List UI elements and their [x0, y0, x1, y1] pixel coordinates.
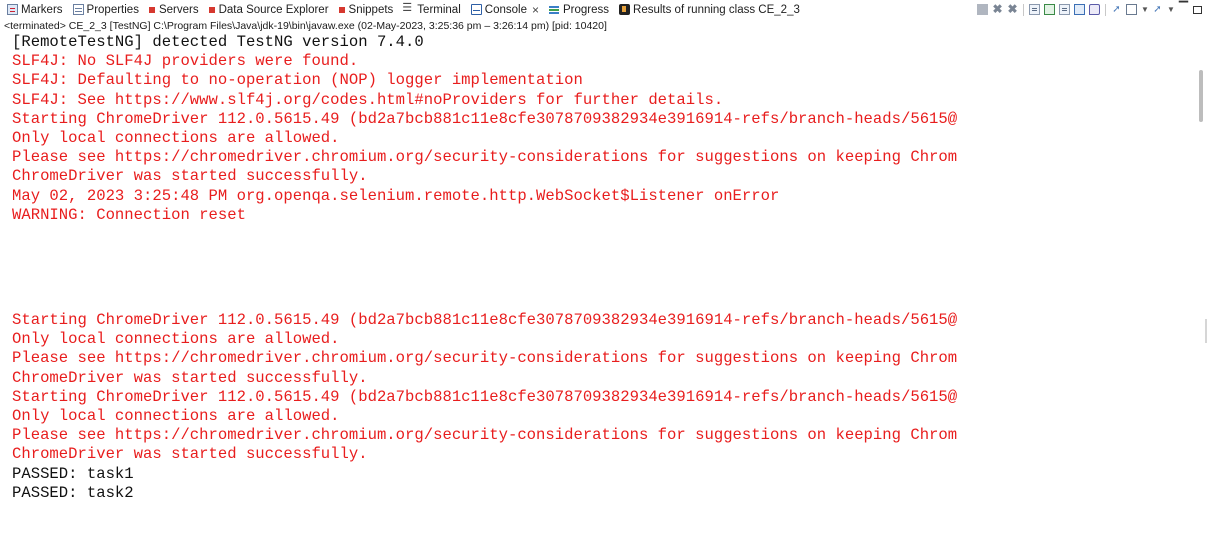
- scrollbar-thumb[interactable]: [1199, 70, 1203, 122]
- testng-results-icon: [619, 4, 631, 15]
- tab-progress[interactable]: Progress: [546, 0, 612, 19]
- console-line-stderr: Please see https://chromedriver.chromium…: [12, 426, 958, 445]
- tab-label: Terminal: [417, 3, 461, 16]
- console-line-stdout: PASSED: task1: [12, 464, 134, 483]
- console-line-stderr: ChromeDriver was started successfully.: [12, 445, 368, 464]
- tab-label: Snippets: [348, 3, 394, 16]
- console-line-stderr: Starting ChromeDriver 112.0.5615.49 (bd2…: [12, 311, 958, 329]
- word-wrap-icon[interactable]: [1074, 4, 1085, 15]
- console-line-stderr: SLF4J: Defaulting to no-operation (NOP) …: [12, 71, 583, 90]
- tab-label: Progress: [562, 3, 610, 16]
- console-line-stderr: Starting ChromeDriver 112.0.5615.49 (bd2…: [12, 109, 958, 128]
- display-selected-console-icon[interactable]: ➚: [1111, 4, 1122, 15]
- toolbar-separator: [1105, 3, 1106, 16]
- remove-launch-icon[interactable]: ✖: [992, 3, 1003, 15]
- console-line-stderr: SLF4J: See https://www.slf4j.org/codes.h…: [12, 90, 724, 109]
- show-console-on-output-icon[interactable]: [1044, 4, 1055, 15]
- open-console-icon[interactable]: [1126, 4, 1137, 15]
- console-line-stderr: May 02, 2023 3:25:48 PM org.openqa.selen…: [12, 186, 780, 205]
- close-icon[interactable]: ×: [532, 4, 539, 16]
- vertical-scrollbar[interactable]: [1194, 34, 1208, 274]
- tab-label: Data Source Explorer: [218, 3, 329, 16]
- tab-terminal[interactable]: Terminal: [400, 0, 463, 19]
- scroll-lock-icon[interactable]: [1029, 4, 1040, 15]
- tab-label: Servers: [158, 3, 199, 16]
- tab-properties[interactable]: Properties: [70, 0, 142, 19]
- remove-all-terminated-icon[interactable]: ✖: [1007, 3, 1018, 15]
- console-line-stdout: [RemoteTestNG] detected TestNG version 7…: [12, 33, 424, 51]
- view-menu-icon[interactable]: ▼: [1167, 4, 1175, 15]
- tab-console[interactable]: Console ×: [468, 0, 542, 19]
- scrollbar-edge: [1205, 319, 1207, 343]
- tab-testng-results[interactable]: Results of running class CE_2_3: [616, 0, 803, 19]
- console-line-stdout: PASSED: task2: [12, 483, 134, 502]
- show-console-on-error-icon[interactable]: [1059, 4, 1070, 15]
- console-view-panel: Markers Properties Servers Data Source E…: [0, 0, 1210, 274]
- launch-status-line: <terminated> CE_2_3 [TestNG] C:\Program …: [4, 20, 607, 32]
- console-output-continued: Starting ChromeDriver 112.0.5615.49 (bd2…: [0, 311, 1210, 539]
- snippets-icon: [338, 6, 345, 13]
- console-line-stderr: Please see https://chromedriver.chromium…: [12, 349, 958, 368]
- toolbar-separator: [1023, 3, 1024, 16]
- markers-icon: [7, 4, 18, 15]
- console-line-stderr: Only local connections are allowed.: [12, 406, 340, 425]
- tab-data-source-explorer[interactable]: Data Source Explorer: [206, 0, 332, 19]
- console-toolbar: ✖ ✖ ➚ ▼ ➚ ▼ ▔: [977, 0, 1202, 19]
- tab-label: Console: [484, 3, 527, 16]
- minimize-icon[interactable]: ▔: [1178, 2, 1189, 15]
- console-output[interactable]: [RemoteTestNG] detected TestNG version 7…: [12, 33, 1192, 225]
- console-line-stderr: ChromeDriver was started successfully.: [12, 368, 368, 387]
- tab-label: Properties: [86, 3, 139, 16]
- data-source-explorer-icon: [208, 6, 215, 13]
- console-line-stderr: Only local connections are allowed.: [12, 330, 340, 349]
- terminal-icon: [402, 1, 414, 15]
- tab-servers[interactable]: Servers: [146, 0, 202, 19]
- properties-icon: [72, 4, 84, 15]
- chevron-down-icon[interactable]: ▼: [1141, 4, 1149, 15]
- console-line-stderr: WARNING: Connection reset: [12, 205, 246, 224]
- console-line-stderr: ChromeDriver was started successfully.: [12, 167, 368, 186]
- tab-snippets[interactable]: Snippets: [336, 0, 397, 19]
- console-line-stderr: SLF4J: No SLF4J providers were found.: [12, 52, 359, 71]
- console-output[interactable]: Starting ChromeDriver 112.0.5615.49 (bd2…: [12, 311, 1200, 503]
- progress-icon: [548, 4, 560, 15]
- console-line-stderr: Only local connections are allowed.: [12, 128, 340, 147]
- terminate-icon[interactable]: [977, 4, 988, 15]
- tab-label: Markers: [21, 3, 63, 16]
- servers-icon: [148, 6, 155, 13]
- console-line-stderr: Please see https://chromedriver.chromium…: [12, 148, 958, 167]
- new-console-view-icon[interactable]: ➚: [1152, 4, 1163, 15]
- console-line-stderr: Starting ChromeDriver 112.0.5615.49 (bd2…: [12, 387, 958, 406]
- console-icon: [470, 4, 482, 15]
- maximize-icon[interactable]: [1193, 5, 1202, 14]
- tab-label: Results of running class CE_2_3: [633, 3, 800, 16]
- tab-markers[interactable]: Markers: [4, 0, 66, 19]
- pin-console-icon[interactable]: [1089, 4, 1100, 15]
